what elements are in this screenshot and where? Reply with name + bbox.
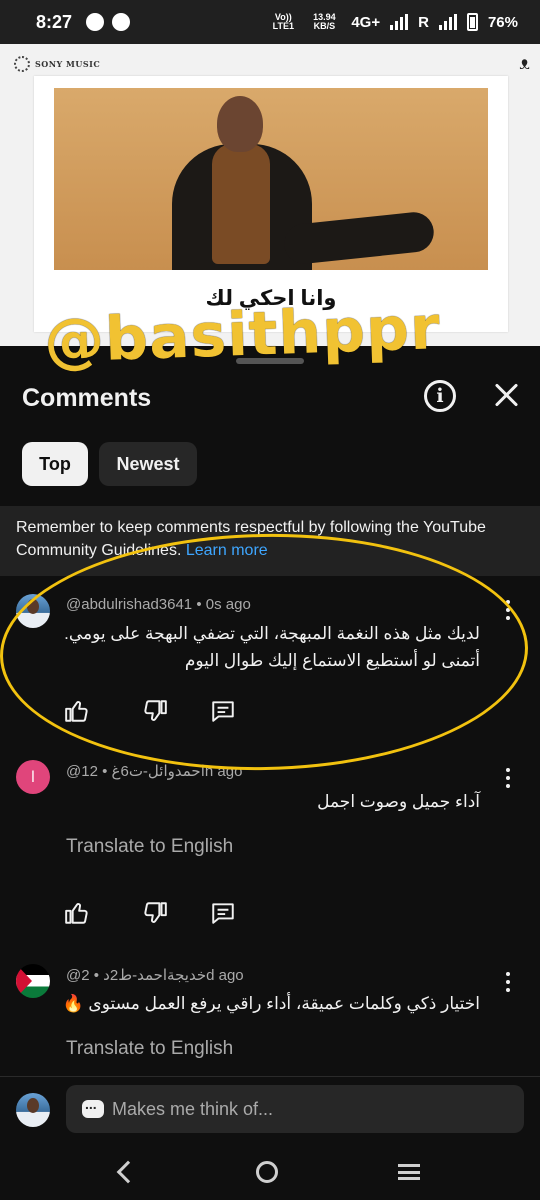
more-vert-icon[interactable]	[498, 766, 518, 790]
network-type: 4G+	[351, 13, 381, 31]
status-bar: 8:27 Vo)) LTE1 13.94 KB/S 4G+ R 76%	[0, 0, 540, 44]
learn-more-link[interactable]: Learn more	[186, 542, 268, 559]
reply-icon[interactable]	[210, 900, 236, 926]
panel-title: Comments	[22, 384, 152, 412]
video-thumbnail-card: وانا احكي لك	[34, 76, 508, 332]
comments-panel: Comments i Top Newest Remember to keep c…	[0, 346, 540, 1200]
stick-figure-icon: ᴥ	[519, 50, 530, 74]
comment-input-placeholder: Makes me think of...	[112, 1098, 274, 1119]
signal-icon	[390, 14, 409, 30]
comment-composer: Makes me think of...	[0, 1076, 540, 1144]
reply-icon[interactable]	[210, 698, 236, 724]
comment-meta: @خديجةاحمد-ط2د • 2d ago	[66, 967, 244, 984]
translate-link[interactable]: Translate to English	[66, 1038, 233, 1060]
video-caption: وانا احكي لك	[205, 287, 337, 310]
comment-meta: @احمدوائل-ت6غ • 12h ago	[66, 763, 243, 780]
dislike-icon[interactable]	[142, 698, 168, 724]
comment-age: 0s ago	[205, 596, 251, 613]
channel-label-text: SONY MUSIC	[35, 59, 101, 69]
chat-bubble-icon	[86, 13, 105, 31]
battery-icon	[466, 13, 478, 31]
comment-text-line-1: آداء جميل وصوت اجمل	[317, 792, 480, 811]
chip-top[interactable]: Top	[22, 442, 88, 486]
video-player[interactable]: SONY MUSIC ᴥ وانا احكي لك	[0, 44, 540, 346]
drag-handle[interactable]	[236, 358, 304, 364]
artist-photo	[54, 88, 488, 270]
like-icon[interactable]	[64, 698, 90, 724]
more-vert-icon[interactable]	[498, 598, 518, 622]
network-speed: 13.94 KB/S	[313, 12, 336, 31]
avatar[interactable]: ا	[16, 760, 50, 794]
chip-newest[interactable]: Newest	[99, 442, 197, 486]
comment-text: اختيار ذكي وكلمات عميقة، أداء راقي يرفع …	[60, 990, 480, 1017]
translate-link[interactable]: Translate to English	[66, 836, 233, 858]
comment-bubble-icon	[82, 1096, 104, 1118]
recents-icon[interactable]	[398, 1164, 420, 1180]
comment-meta: @abdulrishad3641 • 0s ago	[66, 596, 251, 613]
like-icon[interactable]	[64, 900, 90, 926]
signal-icon-2	[438, 14, 457, 30]
avatar[interactable]	[16, 964, 50, 998]
guidelines-banner: Remember to keep comments respectful by …	[0, 506, 540, 576]
home-icon[interactable]	[256, 1161, 278, 1183]
comment-item: @خديجةاحمد-ط2د • 2d ago اختيار ذكي وكلما…	[0, 960, 540, 1080]
channel-label: SONY MUSIC	[14, 56, 100, 72]
comment-text: لديك مثل هذه النغمة المبهجة، التي تضفي ا…	[60, 620, 480, 674]
comment-text-line-1: لديك مثل هذه النغمة المبهجة، التي تضفي ا…	[64, 624, 480, 643]
comment-text-line-1: اختيار ذكي وكلمات عميقة، أداء راقي يرفع …	[62, 994, 480, 1013]
battery-level: 76%	[487, 13, 518, 31]
dislike-icon[interactable]	[142, 900, 168, 926]
roaming-indicator: R	[418, 13, 429, 31]
back-icon[interactable]	[116, 1160, 140, 1184]
volte-indicator: Vo)) LTE1	[272, 12, 295, 31]
comment-item: @abdulrishad3641 • 0s ago لديك مثل هذه ا…	[0, 590, 540, 730]
close-icon[interactable]	[492, 380, 522, 410]
avatar[interactable]	[16, 594, 50, 628]
status-time: 8:27	[36, 11, 73, 32]
facebook-icon	[112, 13, 131, 31]
system-nav-bar	[0, 1144, 540, 1200]
comment-author[interactable]: @abdulrishad3641	[66, 596, 192, 613]
comment-text: آداء جميل وصوت اجمل	[60, 788, 480, 815]
sony-music-logo-icon	[14, 56, 30, 72]
comment-input[interactable]: Makes me think of...	[66, 1085, 524, 1133]
info-icon[interactable]: i	[424, 380, 456, 412]
comment-text-line-2: أتمنى لو أستطيع الاستماع إليك طوال اليوم	[184, 651, 480, 670]
avatar	[16, 1093, 50, 1127]
comment-item: ا @احمدوائل-ت6غ • 12h ago آداء جميل وصوت…	[0, 756, 540, 956]
more-vert-icon[interactable]	[498, 970, 518, 994]
